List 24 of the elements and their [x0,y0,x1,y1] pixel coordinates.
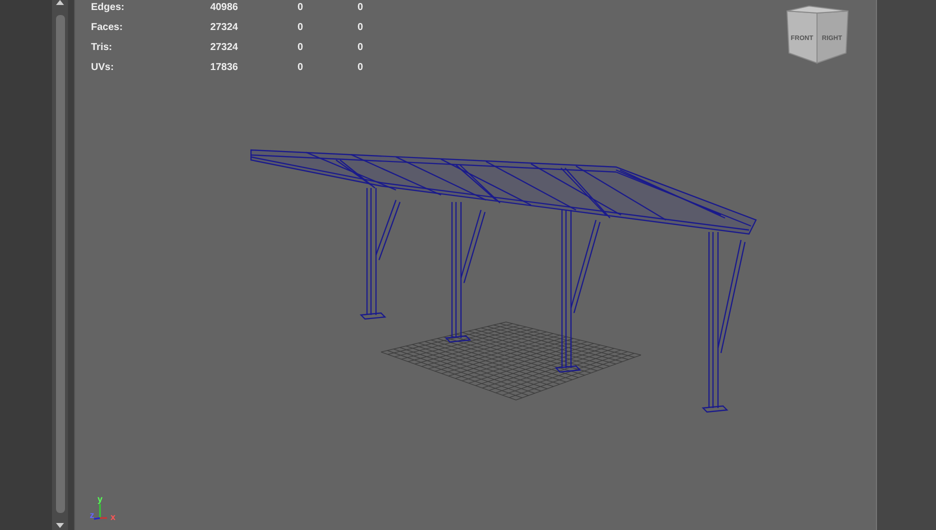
stat-value: 0 [356,41,364,55]
stat-value: 0 [356,61,364,75]
stat-value: 0 [356,21,364,35]
stat-value: 0 [296,21,304,35]
stat-label: Faces: [91,21,124,35]
stat-label: Tris: [91,41,114,55]
stat-value: 0 [296,41,304,55]
scroll-up-icon[interactable] [56,0,64,5]
axis-label: y [98,494,102,504]
scroll-down-icon[interactable] [56,523,64,528]
axis-gizmo-icon [94,504,107,520]
axis-label: z [90,510,94,520]
stat-value: 0 [356,1,364,15]
scrollbar-thumb[interactable] [56,15,64,513]
stat-value: 0 [296,1,304,15]
stat-value: 17836 [209,61,239,75]
stat-value: 27324 [209,41,239,55]
axis-label: x [110,512,116,522]
view-cube[interactable] [786,6,849,64]
stat-label: UVs: [91,61,115,75]
stat-label: Edges: [91,1,126,15]
stat-value: 40986 [209,1,239,15]
stat-value: 27324 [209,21,239,35]
stat-value: 0 [296,61,304,75]
